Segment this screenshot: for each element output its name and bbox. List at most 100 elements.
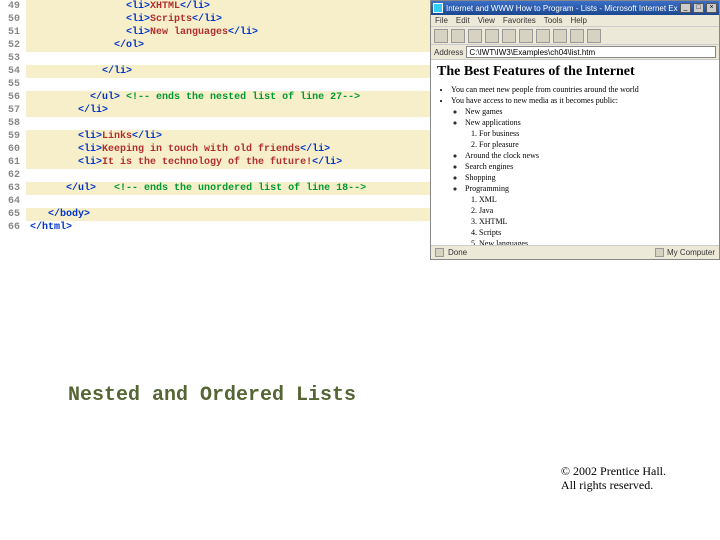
list-item: For pleasure [479, 139, 713, 150]
code-text: </li> [26, 65, 430, 78]
menu-view[interactable]: View [478, 16, 495, 25]
list-item: Java [479, 205, 713, 216]
code-line: 57 </li> [0, 104, 430, 117]
ie-icon [433, 3, 443, 13]
features-list: You can meet new people from countries a… [451, 84, 713, 245]
browser-content: The Best Features of the Internet You ca… [431, 60, 719, 245]
code-line: 61 <li>It is the technology of the futur… [0, 156, 430, 169]
code-text: <li>XHTML</li> [26, 0, 430, 13]
menu-help[interactable]: Help [570, 16, 586, 25]
code-text: </li> [26, 104, 430, 117]
menu-edit[interactable]: Edit [456, 16, 470, 25]
slide-caption: Nested and Ordered Lists [68, 384, 356, 407]
copyright-line2: All rights reserved. [561, 478, 666, 492]
line-number: 49 [0, 0, 26, 13]
line-number: 51 [0, 26, 26, 39]
code-text: </ol> [26, 39, 430, 52]
line-number: 57 [0, 104, 26, 117]
refresh-button[interactable] [485, 29, 499, 43]
list-item: New games [465, 106, 713, 117]
code-text: </ul> <!-- ends the nested list of line … [26, 91, 430, 104]
browser-toolbar [431, 27, 719, 45]
code-line: 66</html> [0, 221, 430, 234]
code-text: <li>It is the technology of the future!<… [26, 156, 430, 169]
line-number: 64 [0, 195, 26, 208]
home-button[interactable] [502, 29, 516, 43]
line-number: 50 [0, 13, 26, 26]
code-line: 49 <li>XHTML</li> [0, 0, 430, 13]
browser-menubar: File Edit View Favorites Tools Help [431, 15, 719, 27]
back-button[interactable] [434, 29, 448, 43]
list-item: ProgrammingXMLJavaXHTMLScriptsNew langua… [465, 183, 713, 245]
line-number: 56 [0, 91, 26, 104]
code-text: </ul> <!-- ends the unordered list of li… [26, 182, 430, 195]
minimize-button[interactable]: _ [680, 3, 691, 13]
computer-icon [655, 248, 664, 257]
copyright: © 2002 Prentice Hall. All rights reserve… [561, 464, 666, 492]
history-button[interactable] [553, 29, 567, 43]
list-item: Shopping [465, 172, 713, 183]
code-line: 60 <li>Keeping in touch with old friends… [0, 143, 430, 156]
line-number: 55 [0, 78, 26, 91]
menu-tools[interactable]: Tools [544, 16, 563, 25]
status-icon [435, 248, 444, 257]
line-number: 54 [0, 65, 26, 78]
ordered-sublist: For businessFor pleasure [479, 128, 713, 150]
code-line: 52 </ol> [0, 39, 430, 52]
search-button[interactable] [519, 29, 533, 43]
code-text: <li>Links</li> [26, 130, 430, 143]
code-line: 64 [0, 195, 430, 208]
address-bar: Address [431, 45, 719, 60]
line-number: 63 [0, 182, 26, 195]
browser-window: Internet and WWW How to Program - Lists … [430, 0, 720, 260]
address-input[interactable] [466, 46, 716, 58]
menu-file[interactable]: File [435, 16, 448, 25]
address-label: Address [434, 48, 463, 57]
ordered-sublist: XMLJavaXHTMLScriptsNew languages [479, 194, 713, 245]
zone-text: My Computer [667, 248, 715, 257]
copyright-line1: © 2002 Prentice Hall. [561, 464, 666, 478]
code-line: 58 [0, 117, 430, 130]
code-line: 50 <li>Scripts</li> [0, 13, 430, 26]
list-item: XML [479, 194, 713, 205]
forward-button[interactable] [451, 29, 465, 43]
mail-button[interactable] [570, 29, 584, 43]
line-number: 53 [0, 52, 26, 65]
code-editor-pane: 49 <li>XHTML</li>50 <li>Scripts</li>51 <… [0, 0, 430, 260]
line-number: 58 [0, 117, 26, 130]
line-number: 62 [0, 169, 26, 182]
code-text: </html> [26, 221, 430, 234]
code-line: 54 </li> [0, 65, 430, 78]
status-text: Done [448, 248, 467, 257]
code-text: </body> [26, 208, 430, 221]
close-button[interactable]: × [706, 3, 717, 13]
line-number: 66 [0, 221, 26, 234]
code-line: 65 </body> [0, 208, 430, 221]
line-number: 61 [0, 156, 26, 169]
code-text: <li>New languages</li> [26, 26, 430, 39]
status-bar: Done My Computer [431, 245, 719, 259]
code-line: 53 [0, 52, 430, 65]
list-item: XHTML [479, 216, 713, 227]
browser-titlebar: Internet and WWW How to Program - Lists … [431, 1, 719, 15]
list-item: Around the clock news [465, 150, 713, 161]
print-button[interactable] [587, 29, 601, 43]
list-item: You can meet new people from countries a… [451, 84, 713, 95]
code-text: <li>Scripts</li> [26, 13, 430, 26]
list-item: Search engines [465, 161, 713, 172]
line-number: 59 [0, 130, 26, 143]
favorites-button[interactable] [536, 29, 550, 43]
line-number: 65 [0, 208, 26, 221]
code-line: 56 </ul> <!-- ends the nested list of li… [0, 91, 430, 104]
menu-favorites[interactable]: Favorites [503, 16, 536, 25]
list-item: New applicationsFor businessFor pleasure [465, 117, 713, 150]
line-number: 60 [0, 143, 26, 156]
stop-button[interactable] [468, 29, 482, 43]
line-number: 52 [0, 39, 26, 52]
code-line: 63 </ul> <!-- ends the unordered list of… [0, 182, 430, 195]
list-item: For business [479, 128, 713, 139]
list-item: You have access to new media as it becom… [451, 95, 713, 245]
browser-title: Internet and WWW How to Program - Lists … [446, 4, 678, 13]
maximize-button[interactable]: □ [693, 3, 704, 13]
code-text: <li>Keeping in touch with old friends</l… [26, 143, 430, 156]
